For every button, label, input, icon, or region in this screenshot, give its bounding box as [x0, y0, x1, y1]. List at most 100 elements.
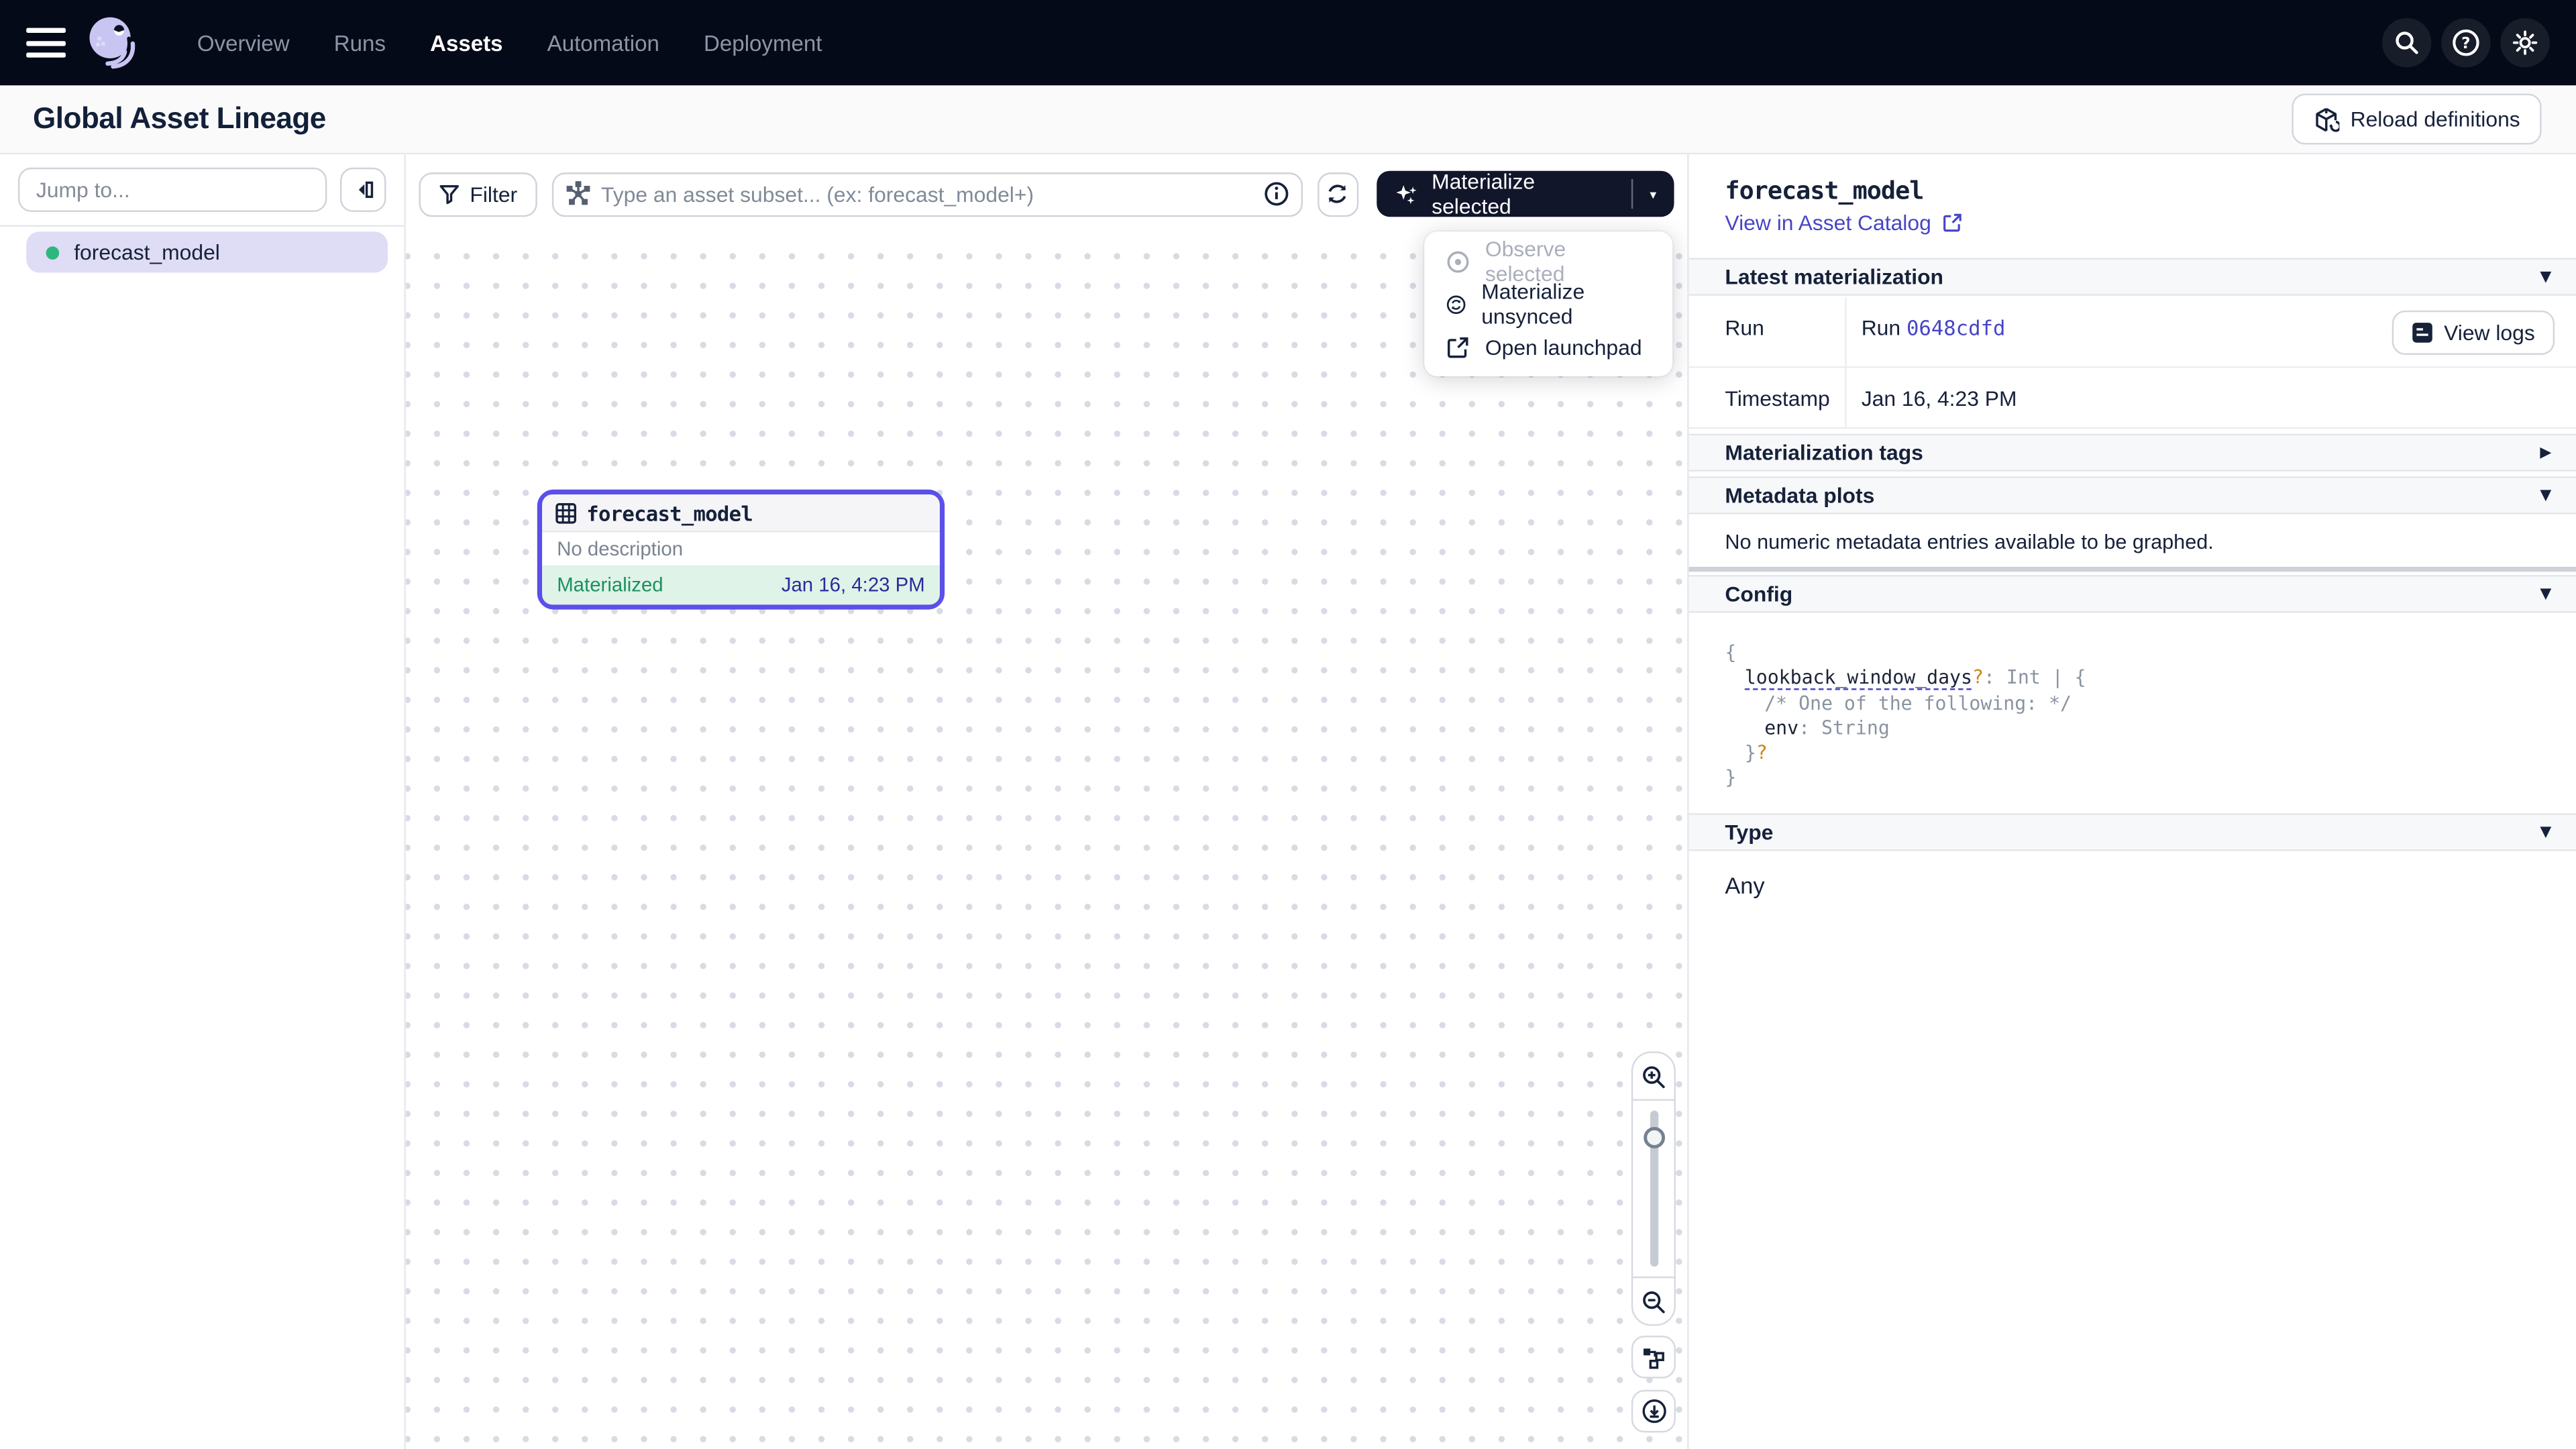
code-line: env: String: [1725, 716, 2086, 741]
asset-detail-panel: forecast_model View in Asset Catalog Lat…: [1687, 154, 2576, 1449]
info-icon[interactable]: [1263, 180, 1289, 207]
asset-node-name: forecast_model: [586, 500, 753, 525]
sidebar-item-forecast-model[interactable]: forecast_model: [26, 231, 388, 272]
view-in-asset-catalog-link[interactable]: View in Asset Catalog: [1725, 210, 1962, 235]
page-title: Global Asset Lineage: [33, 102, 326, 136]
jump-to-input[interactable]: [18, 168, 327, 212]
run-row-label: Run: [1689, 297, 1847, 366]
menu-item-label: Materialize unsynced: [1481, 279, 1651, 328]
hamburger-menu-icon[interactable]: [26, 28, 66, 58]
help-button[interactable]: ?: [2441, 18, 2490, 67]
refresh-icon: [1326, 182, 1349, 205]
section-config[interactable]: Config ▼: [1689, 575, 2576, 612]
filter-button[interactable]: Filter: [419, 172, 537, 216]
config-schema-code: { lookback_window_days?: Int | { /* One …: [1725, 641, 2086, 792]
zoom-slider-handle[interactable]: [1643, 1127, 1664, 1148]
search-icon: [2394, 30, 2420, 56]
sparkles-icon: [1395, 182, 1419, 207]
lineage-graph-pane[interactable]: Filter: [406, 154, 1687, 1449]
materialized-status-dot: [46, 246, 60, 259]
materialize-selected-button[interactable]: Materialize selected: [1377, 171, 1631, 217]
menu-item-open-launchpad[interactable]: Open launchpad: [1424, 325, 1672, 368]
code-line: /* One of the following: */: [1725, 691, 2086, 716]
materialize-dropdown-menu: Observe selected Materialize unsynced Op…: [1424, 231, 1672, 376]
menu-item-label: Open launchpad: [1485, 334, 1642, 359]
collapse-sidebar-button[interactable]: [340, 168, 386, 212]
timestamp-row: Timestamp Jan 16, 4:23 PM: [1689, 368, 2576, 429]
caret-down-icon: ▼: [2540, 487, 2551, 503]
materialize-dropdown-toggle[interactable]: ▾: [1632, 171, 1674, 217]
caret-down-icon: ▼: [2540, 824, 2551, 840]
nav-item-automation[interactable]: Automation: [547, 30, 659, 55]
materialize-selected-split-button: Materialize selected ▾: [1377, 171, 1674, 217]
asset-type-value: Any: [1725, 872, 1764, 898]
panel-asset-title: forecast_model: [1725, 176, 1923, 205]
run-prefix: Run: [1862, 315, 1907, 340]
rearrange-graph-button[interactable]: [1631, 1336, 1676, 1379]
asset-node-description: No description: [542, 532, 940, 565]
zoom-in-button[interactable]: [1633, 1053, 1674, 1099]
code-line: }?: [1725, 741, 2086, 766]
graph-layout-icon: [1642, 1344, 1666, 1369]
view-logs-button[interactable]: View logs: [2392, 311, 2555, 355]
reload-definitions-label: Reload definitions: [2351, 107, 2520, 131]
refresh-graph-button[interactable]: [1317, 172, 1359, 216]
reload-definitions-button[interactable]: Reload definitions: [2291, 94, 2541, 145]
section-label: Config: [1725, 582, 1792, 606]
settings-button[interactable]: [2500, 18, 2549, 67]
menu-item-label: Observe selected: [1485, 237, 1651, 286]
zoom-out-button[interactable]: [1633, 1278, 1674, 1324]
section-type[interactable]: Type ▼: [1689, 813, 2576, 851]
run-id-link[interactable]: 0648cdfd: [1907, 315, 2005, 340]
asset-graph-icon: [565, 180, 591, 206]
nav-item-overview[interactable]: Overview: [197, 30, 290, 55]
observe-icon: [1446, 249, 1470, 274]
nav-item-deployment[interactable]: Deployment: [704, 30, 822, 55]
help-icon: ?: [2451, 28, 2481, 58]
sync-circle-icon: [1446, 292, 1466, 317]
config-key-lookback-window-days[interactable]: lookback_window_days: [1745, 666, 1972, 691]
code-line: lookback_window_days?: Int | {: [1725, 666, 2086, 691]
caret-down-icon: ▼: [2540, 268, 2551, 284]
view-logs-label: View logs: [2444, 321, 2535, 345]
code-line: {: [1725, 641, 2086, 665]
asset-node-status-bar: Materialized Jan 16, 4:23 PM: [542, 565, 940, 604]
nav-item-assets[interactable]: Assets: [430, 30, 502, 55]
section-metadata-plots[interactable]: Metadata plots ▼: [1689, 476, 2576, 514]
search-button[interactable]: [2382, 18, 2431, 67]
menu-item-observe-selected[interactable]: Observe selected: [1424, 240, 1672, 283]
run-row-value: Run 0648cdfd View logs: [1847, 297, 2576, 366]
asset-node-timestamp: Jan 16, 4:23 PM: [782, 574, 925, 596]
graph-toolbar: Filter: [419, 171, 1674, 217]
zoom-out-icon: [1642, 1289, 1666, 1313]
nav-item-runs[interactable]: Runs: [334, 30, 386, 55]
sidebar-toolbar: [0, 154, 404, 227]
graph-dot-grid: [406, 230, 1687, 1449]
section-label: Metadata plots: [1725, 483, 1874, 508]
section-latest-materialization[interactable]: Latest materialization ▼: [1689, 258, 2576, 295]
asset-subset-search: [552, 172, 1302, 216]
svg-text:?: ?: [2461, 34, 2470, 52]
zoom-slider[interactable]: [1633, 1101, 1674, 1277]
page-header: Global Asset Lineage Reload definitions: [0, 85, 2576, 154]
section-label: Type: [1725, 820, 1773, 845]
caret-down-icon: ▼: [2540, 586, 2551, 602]
timestamp-row-label: Timestamp: [1689, 368, 1847, 427]
gear-icon: [2510, 28, 2540, 58]
filter-funnel-icon: [439, 183, 460, 205]
asset-node-status: Materialized: [557, 574, 663, 596]
caret-right-icon: ▶: [2540, 444, 2551, 460]
panel-resize-handle[interactable]: [1689, 567, 2576, 572]
section-materialization-tags[interactable]: Materialization tags ▶: [1689, 434, 2576, 472]
section-label: Latest materialization: [1725, 264, 1943, 289]
zoom-in-icon: [1642, 1064, 1666, 1089]
materialize-selected-label: Materialize selected: [1432, 169, 1609, 218]
download-image-button[interactable]: [1631, 1390, 1676, 1433]
menu-item-materialize-unsynced[interactable]: Materialize unsynced: [1424, 282, 1672, 325]
asset-subset-input[interactable]: [552, 172, 1302, 216]
asset-node-forecast-model[interactable]: forecast_model No description Materializ…: [537, 490, 945, 610]
dagster-logo-icon[interactable]: [80, 11, 143, 74]
top-nav-actions: ?: [2382, 18, 2550, 67]
timestamp-row-value: Jan 16, 4:23 PM: [1847, 368, 2576, 427]
download-icon: [1640, 1398, 1666, 1424]
